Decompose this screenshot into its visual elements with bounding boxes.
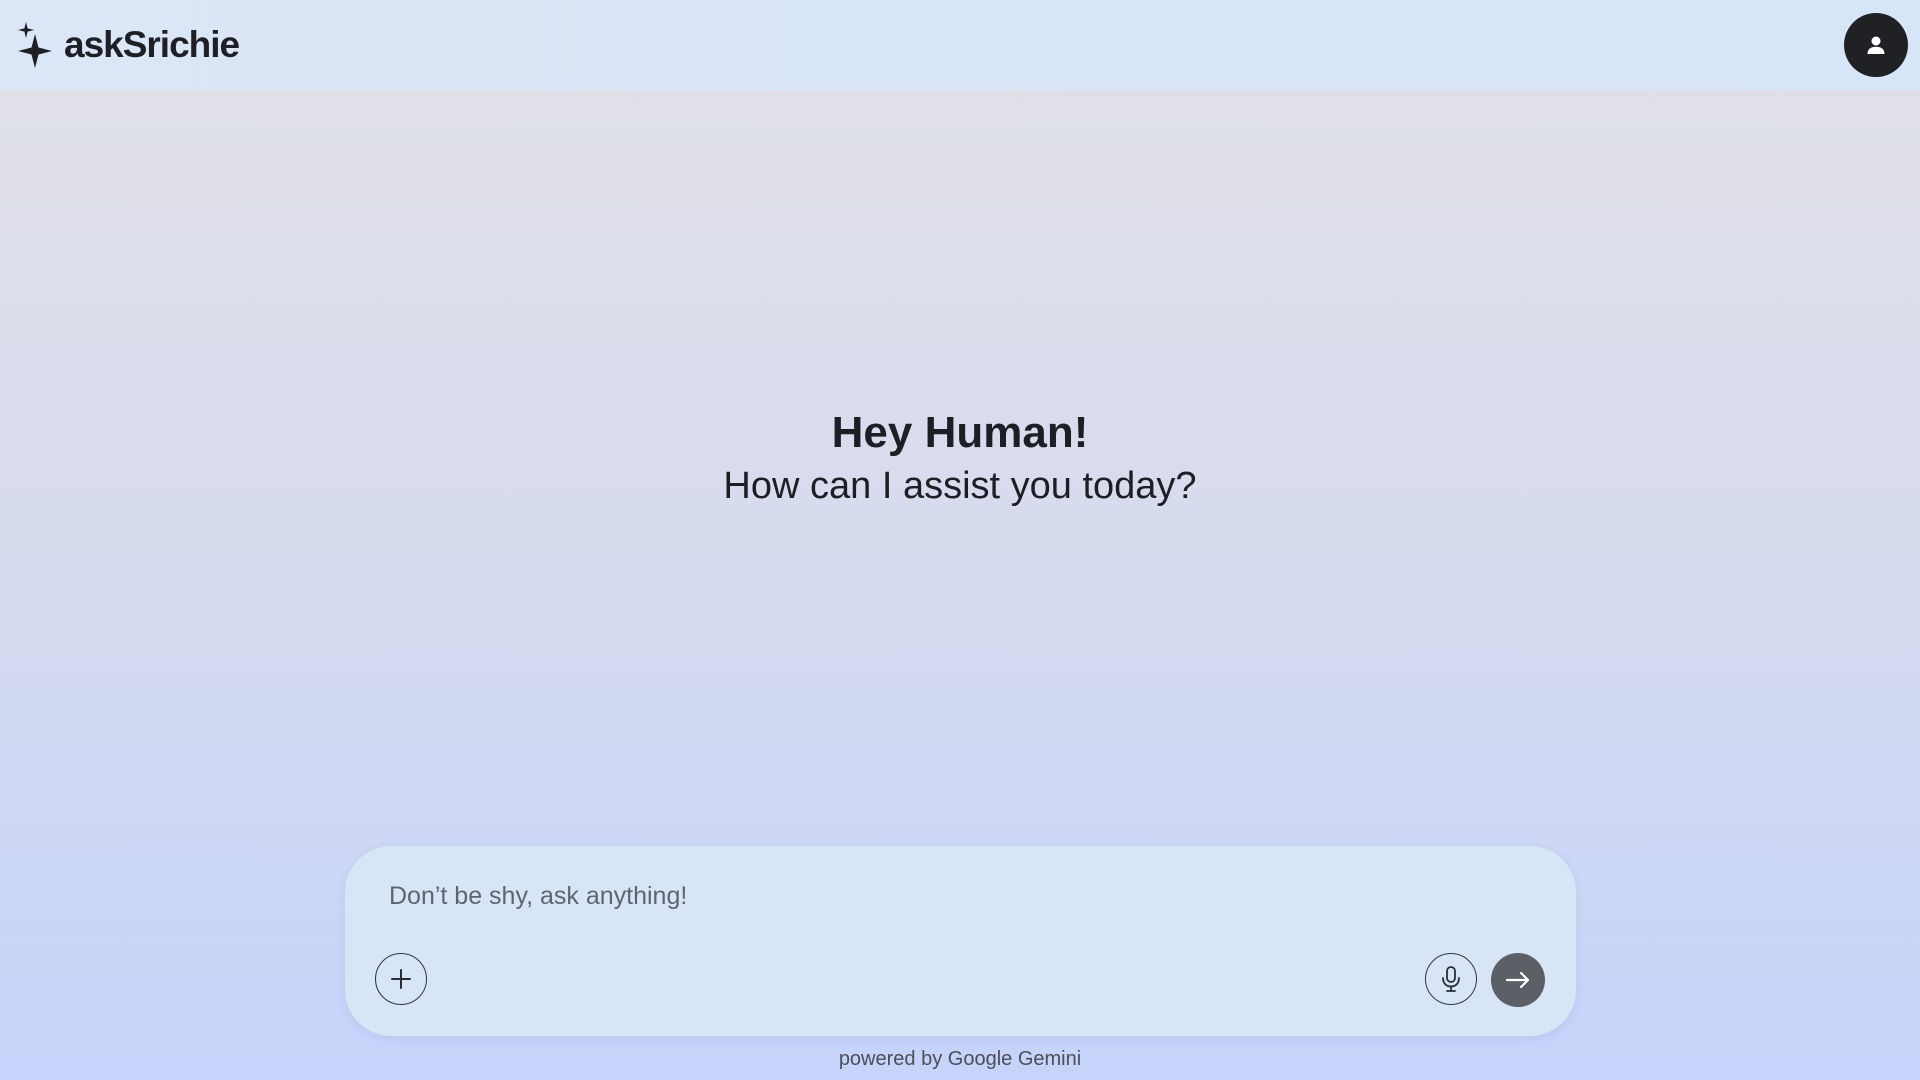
top-bar: askSrichie (0, 0, 1920, 90)
greeting-title: Hey Human! (831, 408, 1089, 457)
sparkle-icon (18, 22, 52, 68)
greeting-subtitle: How can I assist you today? (723, 465, 1197, 507)
app-logo[interactable]: askSrichie (16, 22, 240, 68)
arrow-right-icon (1505, 971, 1530, 989)
prompt-composer (345, 846, 1576, 1036)
user-icon (1867, 36, 1885, 54)
welcome-message: Hey Human! How can I assist you today? (0, 405, 1920, 511)
prompt-input[interactable] (389, 876, 1489, 916)
microphone-icon (1442, 966, 1460, 992)
app-name: askSrichie (64, 24, 240, 65)
plus-icon (391, 969, 411, 989)
add-attachment-button[interactable] (375, 953, 427, 1005)
profile-button[interactable] (1844, 13, 1908, 77)
send-button[interactable] (1491, 953, 1545, 1007)
voice-input-button[interactable] (1425, 953, 1477, 1005)
powered-by-note: powered by Google Gemini (838, 1048, 1082, 1070)
